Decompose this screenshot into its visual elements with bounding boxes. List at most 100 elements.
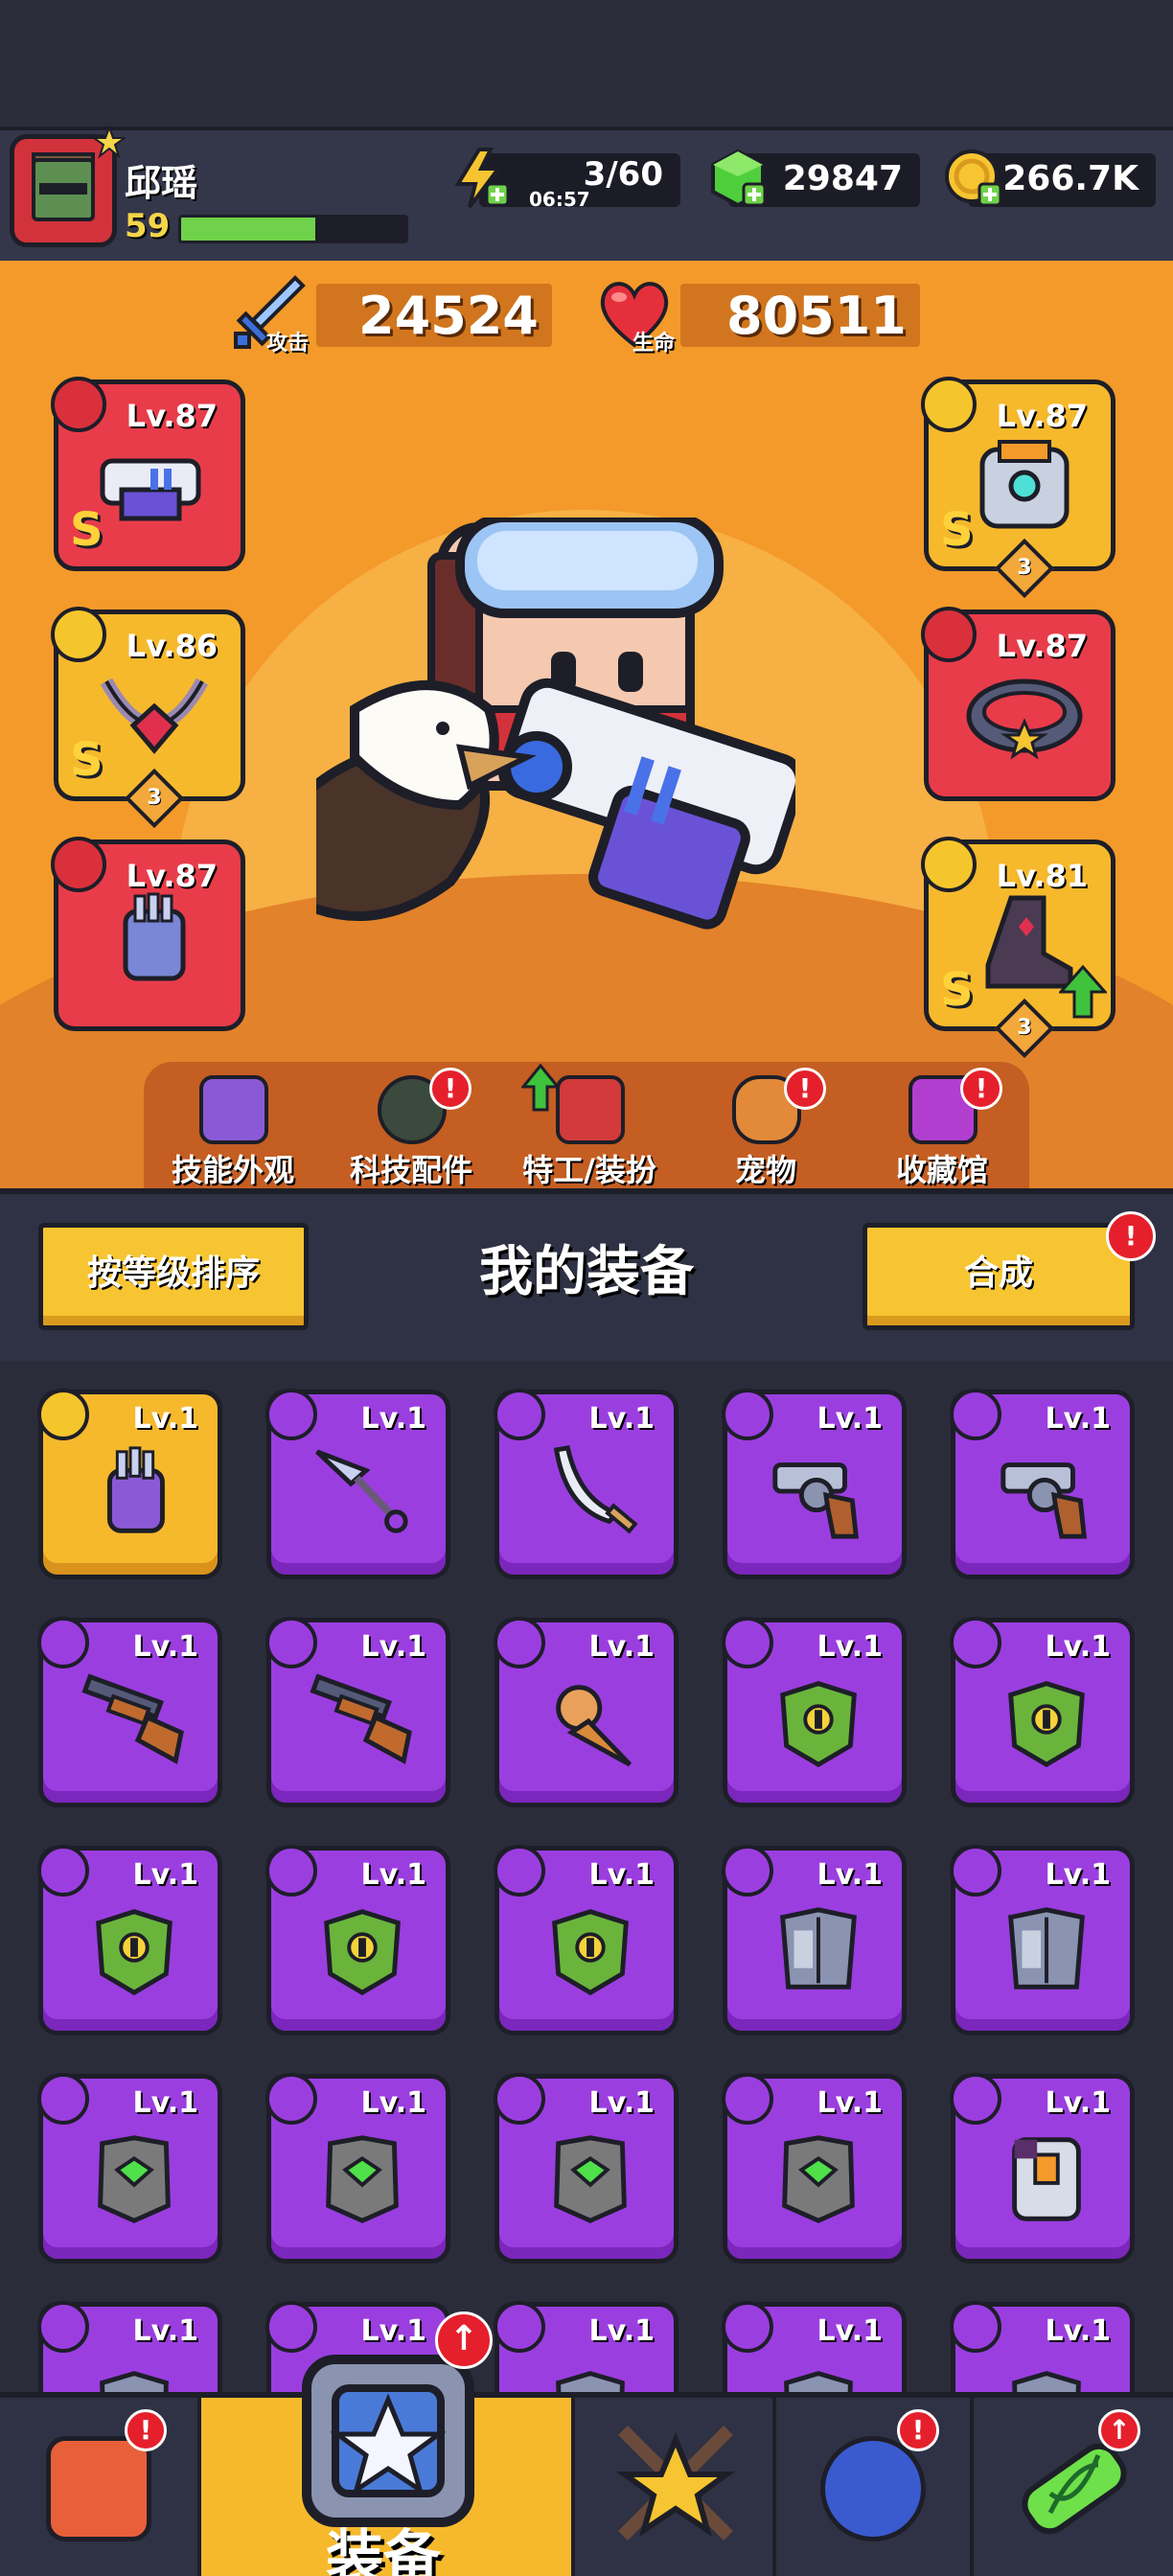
- plate-armor-icon: [1012, 2137, 1081, 2221]
- gauntlet-art: [123, 892, 186, 981]
- gem-vest-icon: [554, 2135, 627, 2223]
- category-icon: [950, 2073, 1001, 2125]
- xp-bar: [178, 215, 408, 243]
- shop-icon: [46, 2436, 151, 2542]
- item-level: Lv.1: [1045, 2086, 1112, 2120]
- bottom-nav-world[interactable]: !: [776, 2398, 974, 2576]
- inventory-item[interactable]: Lv.1: [950, 1389, 1135, 1579]
- category-icon: [494, 1389, 545, 1440]
- inventory-item[interactable]: Lv.1: [37, 1617, 222, 1807]
- inventory-item[interactable]: Lv.1: [265, 2073, 450, 2264]
- gem-vest-icon: [782, 2135, 855, 2223]
- sort-by-level-button[interactable]: 按等级排序: [38, 1223, 309, 1330]
- weapon-icon: [51, 377, 106, 432]
- inventory-item[interactable]: Lv.1: [494, 1617, 678, 1807]
- nav-skins[interactable]: 技能外观: [142, 1071, 324, 1188]
- inventory-item[interactable]: Lv.1: [722, 1617, 907, 1807]
- energy-value: 3/60: [583, 155, 663, 194]
- gem-vest-icon: [98, 2135, 171, 2223]
- hat-ball-icon: [199, 1075, 268, 1144]
- inventory-item[interactable]: Lv.1: [494, 2301, 678, 2396]
- nav-tech[interactable]: 科技配件 !: [320, 1068, 502, 1188]
- nav-collection[interactable]: 收藏馆 !: [851, 1068, 1033, 1188]
- dragon-armor-icon: [552, 1909, 629, 1996]
- hero-character: [316, 518, 795, 930]
- player-name: 邱瑶: [125, 162, 198, 204]
- slot-belt[interactable]: Lv.87: [921, 607, 1116, 801]
- category-icon: [494, 1617, 545, 1668]
- inventory-item[interactable]: Lv.1: [950, 2301, 1135, 2396]
- slot-armor[interactable]: Lv.87 S 3: [921, 377, 1116, 599]
- inventory-item[interactable]: Lv.1: [722, 1845, 907, 2036]
- notification-badge: !: [960, 1068, 1002, 1110]
- equipment-tab-label: 装备: [326, 2524, 441, 2576]
- crossed-swords-star-icon: [615, 2426, 736, 2541]
- nav-pets[interactable]: 宠物 !: [675, 1068, 857, 1188]
- shotgun-icon: [81, 1673, 184, 1765]
- notification-badge: !: [784, 1068, 826, 1110]
- category-icon: [37, 1617, 89, 1668]
- item-level: Lv.1: [132, 1402, 199, 1436]
- inventory-item[interactable]: Lv.1: [722, 2301, 907, 2396]
- slot-boots[interactable]: Lv.81 S 3: [921, 837, 1116, 1059]
- armor-icon: [921, 377, 977, 432]
- category-icon: [722, 2073, 773, 2125]
- item-level: Lv.1: [360, 2086, 427, 2120]
- slot-glove[interactable]: Lv.87: [51, 837, 245, 1031]
- gauntlet-icon: [107, 1446, 165, 1533]
- category-icon: [722, 1617, 773, 1668]
- slot-necklace[interactable]: Lv.86 S 3: [51, 607, 245, 829]
- inventory-item[interactable]: Lv.1: [37, 2073, 222, 2264]
- item-level: Lv.1: [816, 1858, 884, 1892]
- inventory-item[interactable]: Lv.1: [950, 1617, 1135, 1807]
- item-level: Lv.1: [816, 2314, 884, 2348]
- inventory-item[interactable]: Lv.1: [494, 2073, 678, 2264]
- inventory-item[interactable]: Lv.1: [37, 1845, 222, 2036]
- category-icon: [37, 2073, 89, 2125]
- inventory-item[interactable]: Lv.1: [950, 2073, 1135, 2264]
- inventory-item[interactable]: Lv.1: [722, 2073, 907, 2264]
- bottom-nav-battle[interactable]: [575, 2398, 776, 2576]
- inventory-item[interactable]: Lv.1: [37, 1389, 222, 1579]
- bottom-nav-shop[interactable]: !: [0, 2398, 201, 2576]
- gem-value: 29847: [782, 159, 903, 198]
- gem-vest-icon: [326, 2135, 399, 2223]
- armor-icon: [100, 2371, 169, 2396]
- item-level: Lv.1: [132, 1630, 199, 1664]
- inventory-item[interactable]: Lv.1: [265, 1617, 450, 1807]
- coin-icon: [945, 150, 1002, 207]
- upgrade-arrow-icon: [521, 1064, 560, 1112]
- inventory-item[interactable]: Lv.1: [494, 1845, 678, 2036]
- inventory-item[interactable]: Lv.1: [265, 1389, 450, 1579]
- category-icon: [265, 1617, 317, 1668]
- inventory-item[interactable]: Lv.1: [265, 1845, 450, 2036]
- dragon-armor-icon: [96, 1909, 172, 1996]
- item-level: Lv.1: [588, 1402, 656, 1436]
- category-icon: [722, 2301, 773, 2353]
- item-level: Lv.1: [588, 1630, 656, 1664]
- inventory-item[interactable]: Lv.1: [950, 1845, 1135, 2036]
- hp-stat-icon-wrap: 生命: [594, 272, 675, 356]
- chain-necklace-art: [100, 678, 209, 754]
- player-avatar[interactable]: [10, 126, 126, 247]
- nav-agent[interactable]: 特工/装扮: [498, 1064, 680, 1188]
- category-icon: [722, 1845, 773, 1897]
- bottom-nav-gene[interactable]: ↑: [974, 2398, 1173, 2576]
- inventory-item[interactable]: Lv.1: [37, 2301, 222, 2396]
- globe-icon: [820, 2436, 926, 2542]
- upgrade-badge: ↑: [1098, 2409, 1140, 2451]
- inventory-item[interactable]: Lv.1: [494, 1389, 678, 1579]
- item-level: Lv.1: [360, 1402, 427, 1436]
- mech-armor-art: [979, 440, 1070, 529]
- inventory-title: 我的装备: [479, 1241, 694, 1303]
- inventory-item[interactable]: Lv.1: [722, 1389, 907, 1579]
- steel-armor-icon: [1008, 1907, 1085, 1990]
- energy-timer: 06:57: [529, 188, 590, 211]
- item-level: Lv.1: [1045, 1402, 1112, 1436]
- merge-button[interactable]: 合成: [862, 1223, 1135, 1330]
- item-level: Lv.1: [816, 1630, 884, 1664]
- category-icon: [37, 2301, 89, 2353]
- notification-badge: !: [1106, 1211, 1156, 1261]
- category-icon: [265, 1845, 317, 1897]
- slot-weapon[interactable]: Lv.87 S: [51, 377, 245, 571]
